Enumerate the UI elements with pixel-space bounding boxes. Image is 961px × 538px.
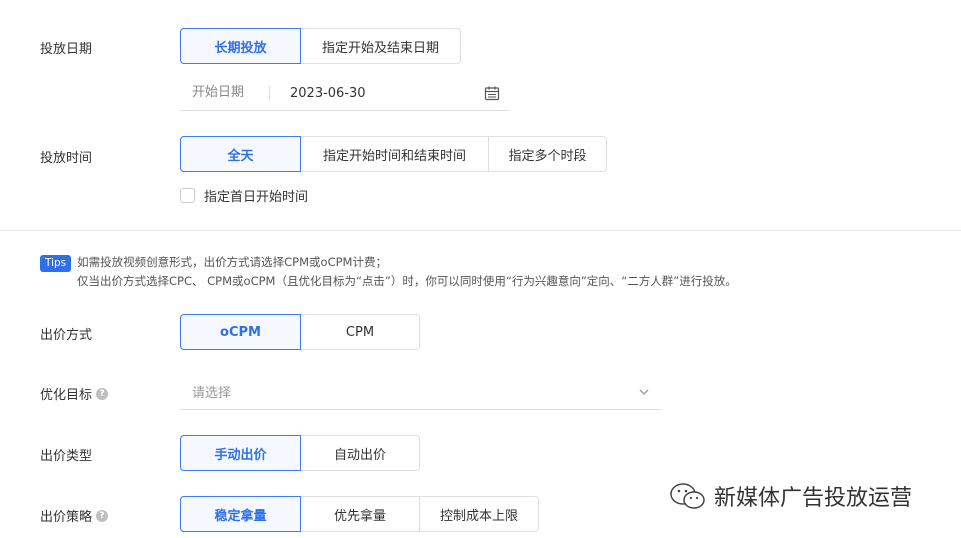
schedule-time-label-text: 投放时间 [40,151,93,166]
tips-line-2: 仅当出价方式选择CPC、 CPM或oCPM（且优化目标为“点击”）时，你可以同时… [77,274,737,288]
tips-badge: Tips [40,255,72,272]
ocpm-option[interactable]: oCPM [180,314,301,350]
all-day-option[interactable]: 全天 [180,136,301,172]
wechat-watermark: 新媒体广告投放运营 [668,480,912,512]
bid-method-label: 出价方式 [40,324,92,343]
cpm-option[interactable]: CPM [300,314,420,350]
bid-strategy-label: 出价策略 ? [40,506,109,525]
bid-type-label-text: 出价类型 [40,449,93,464]
schedule-date-segmented: 长期投放 指定开始及结束日期 [180,28,461,64]
tips-notice: Tips 如需投放视频创意形式，出价方式请选择CPM或oCPM计费； 仅当出价方式… [40,253,737,290]
optimization-goal-label: 优化目标 ? [40,384,109,403]
specify-start-end-time-option[interactable]: 指定开始时间和结束时间 [300,136,489,172]
help-icon[interactable]: ? [96,387,109,400]
start-date-value: 2023-06-30 [290,85,366,101]
bid-strategy-label-text: 出价策略 [40,510,93,525]
schedule-time-segmented: 全天 指定开始时间和结束时间 指定多个时段 [180,136,607,172]
help-icon[interactable]: ? [96,509,109,522]
specify-start-end-date-option[interactable]: 指定开始及结束日期 [300,28,461,64]
bid-method-segmented: oCPM CPM [180,314,420,350]
watermark-text: 新媒体广告投放运营 [714,486,913,511]
first-day-start-time-row[interactable]: 指定首日开始时间 [180,186,308,205]
optimization-goal-label-text: 优化目标 [40,388,93,403]
start-date-field[interactable]: 开始日期 2023-06-30 [180,76,510,111]
first-day-start-time-label: 指定首日开始时间 [204,190,309,205]
schedule-time-label: 投放时间 [40,147,92,166]
bid-type-segmented: 手动出价 自动出价 [180,435,420,471]
auto-bid-option[interactable]: 自动出价 [300,435,420,471]
wechat-icon [670,483,705,509]
cost-cap-option[interactable]: 控制成本上限 [419,496,539,532]
first-day-start-time-checkbox[interactable] [180,188,195,203]
long-term-option[interactable]: 长期投放 [180,28,301,64]
bid-type-label: 出价类型 [40,445,92,464]
chevron-down-icon [639,389,649,395]
stable-volume-option[interactable]: 稳定拿量 [180,496,301,532]
priority-volume-option[interactable]: 优先拿量 [300,496,420,532]
schedule-date-label: 投放日期 [40,38,92,57]
manual-bid-option[interactable]: 手动出价 [180,435,301,471]
specify-multiple-periods-option[interactable]: 指定多个时段 [488,136,607,172]
schedule-date-label-text: 投放日期 [40,42,93,57]
section-divider [0,230,961,231]
optimization-goal-placeholder: 请选择 [192,386,232,401]
bid-method-label-text: 出价方式 [40,328,93,343]
optimization-goal-select[interactable]: 请选择 [180,374,662,410]
tips-line-1: 如需投放视频创意形式，出价方式请选择CPM或oCPM计费； [77,255,387,269]
start-date-placeholder: 开始日期 [180,86,270,100]
calendar-icon[interactable] [484,85,500,101]
bid-strategy-segmented: 稳定拿量 优先拿量 控制成本上限 [180,496,539,532]
